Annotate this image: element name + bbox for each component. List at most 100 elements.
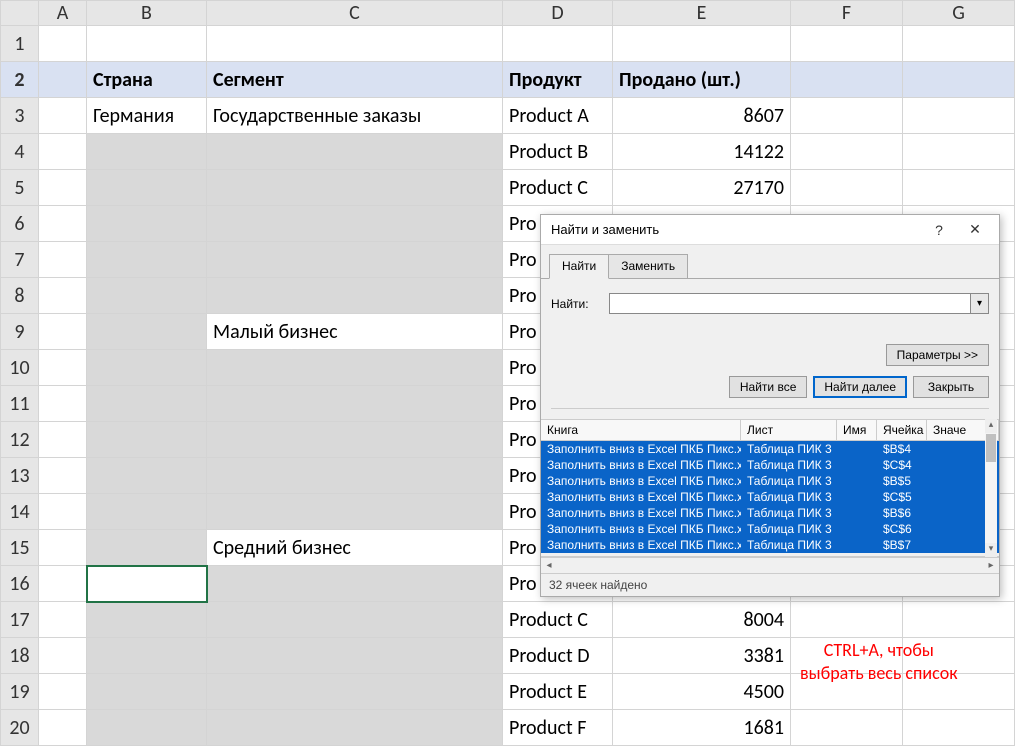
tab-find[interactable]: Найти (549, 254, 609, 279)
row-header[interactable]: 4 (1, 134, 39, 170)
cell[interactable] (903, 170, 1015, 206)
cell[interactable] (39, 206, 87, 242)
cell[interactable] (207, 602, 503, 638)
cell[interactable]: 8004 (613, 602, 791, 638)
cell[interactable] (207, 458, 503, 494)
cell[interactable] (87, 134, 207, 170)
cell[interactable] (39, 98, 87, 134)
cell[interactable] (207, 134, 503, 170)
scroll-right-icon[interactable]: ▸ (983, 560, 999, 571)
cell[interactable]: Product E (503, 674, 613, 710)
cell[interactable] (87, 674, 207, 710)
cell[interactable] (39, 566, 87, 602)
cell[interactable] (791, 62, 903, 98)
row-header[interactable]: 10 (1, 350, 39, 386)
cell[interactable] (87, 494, 207, 530)
row-header[interactable]: 8 (1, 278, 39, 314)
cell[interactable] (87, 710, 207, 746)
cell[interactable] (39, 494, 87, 530)
close-button[interactable]: Закрыть (913, 376, 989, 398)
find-next-button[interactable]: Найти далее (813, 376, 907, 398)
cell[interactable] (39, 422, 87, 458)
params-button[interactable]: Параметры >> (886, 344, 989, 366)
cell[interactable] (87, 530, 207, 566)
cell[interactable] (87, 350, 207, 386)
result-row[interactable]: Заполнить вниз в Excel ПКБ Пикс.xlsxТабл… (541, 537, 999, 553)
cell[interactable] (207, 422, 503, 458)
row-header[interactable]: 11 (1, 386, 39, 422)
col-name[interactable]: Имя (837, 420, 877, 440)
row-header[interactable]: 17 (1, 602, 39, 638)
row-header[interactable]: 15 (1, 530, 39, 566)
cell[interactable]: 8607 (613, 98, 791, 134)
cell[interactable] (87, 278, 207, 314)
row-header[interactable]: 5 (1, 170, 39, 206)
cell[interactable]: 4500 (613, 674, 791, 710)
row-header[interactable]: 9 (1, 314, 39, 350)
results-list[interactable]: Заполнить вниз в Excel ПКБ Пикс.xlsxТабл… (541, 441, 999, 557)
cell[interactable] (903, 710, 1015, 746)
scroll-down-icon[interactable]: ▾ (985, 543, 997, 557)
cell[interactable] (207, 710, 503, 746)
cell[interactable]: Product C (503, 170, 613, 206)
row-header[interactable]: 12 (1, 422, 39, 458)
row-header[interactable]: 7 (1, 242, 39, 278)
cell[interactable]: Продано (шт.) (613, 62, 791, 98)
cell[interactable] (39, 602, 87, 638)
cell[interactable] (207, 638, 503, 674)
cell[interactable]: 14122 (613, 134, 791, 170)
result-row[interactable]: Заполнить вниз в Excel ПКБ Пикс.xlsxТабл… (541, 473, 999, 489)
row-header[interactable]: 6 (1, 206, 39, 242)
row-header[interactable]: 3 (1, 98, 39, 134)
cell[interactable]: Малый бизнес (207, 314, 503, 350)
col-header-E[interactable]: E (613, 1, 791, 26)
cell[interactable]: 27170 (613, 170, 791, 206)
cell[interactable] (87, 242, 207, 278)
result-row[interactable]: Заполнить вниз в Excel ПКБ Пикс.xlsxТабл… (541, 505, 999, 521)
results-header[interactable]: Книга Лист Имя Ячейка Значе (541, 419, 999, 441)
result-row[interactable]: Заполнить вниз в Excel ПКБ Пикс.xlsxТабл… (541, 457, 999, 473)
cell[interactable]: Продукт (503, 62, 613, 98)
cell[interactable] (903, 134, 1015, 170)
row-header[interactable]: 2 (1, 62, 39, 98)
cell[interactable]: Германия (87, 98, 207, 134)
cell[interactable] (87, 602, 207, 638)
result-row[interactable]: Заполнить вниз в Excel ПКБ Пикс.xlsxТабл… (541, 441, 999, 457)
cell[interactable] (39, 638, 87, 674)
col-header-A[interactable]: A (39, 1, 87, 26)
cell[interactable]: Product C (503, 602, 613, 638)
cell[interactable] (87, 566, 207, 602)
row-header[interactable]: 19 (1, 674, 39, 710)
find-dropdown-icon[interactable]: ▾ (970, 294, 988, 313)
cell[interactable] (39, 530, 87, 566)
cell[interactable] (87, 638, 207, 674)
cell[interactable] (207, 242, 503, 278)
col-header-G[interactable]: G (903, 1, 1015, 26)
cell[interactable] (791, 134, 903, 170)
cell[interactable] (207, 170, 503, 206)
cell[interactable] (39, 242, 87, 278)
cell[interactable] (207, 674, 503, 710)
cell[interactable]: Product F (503, 710, 613, 746)
cell[interactable] (39, 674, 87, 710)
cell[interactable] (87, 422, 207, 458)
cell[interactable] (39, 314, 87, 350)
help-icon[interactable]: ? (921, 216, 957, 244)
cell[interactable] (791, 602, 903, 638)
cell[interactable] (39, 710, 87, 746)
result-row[interactable]: Заполнить вниз в Excel ПКБ Пикс.xlsxТабл… (541, 521, 999, 537)
cell[interactable] (207, 278, 503, 314)
col-header-D[interactable]: D (503, 1, 613, 26)
cell[interactable] (207, 26, 503, 62)
cell[interactable]: 3381 (613, 638, 791, 674)
cell[interactable] (903, 602, 1015, 638)
results-vscroll[interactable]: ▴ ▾ (985, 419, 997, 557)
cell[interactable] (207, 566, 503, 602)
cell[interactable]: 1681 (613, 710, 791, 746)
cell[interactable]: Страна (87, 62, 207, 98)
col-header-F[interactable]: F (791, 1, 903, 26)
find-input[interactable] (610, 294, 970, 313)
dialog-titlebar[interactable]: Найти и заменить ? ✕ (541, 215, 999, 245)
scroll-up-icon[interactable]: ▴ (985, 419, 997, 433)
row-header[interactable]: 18 (1, 638, 39, 674)
